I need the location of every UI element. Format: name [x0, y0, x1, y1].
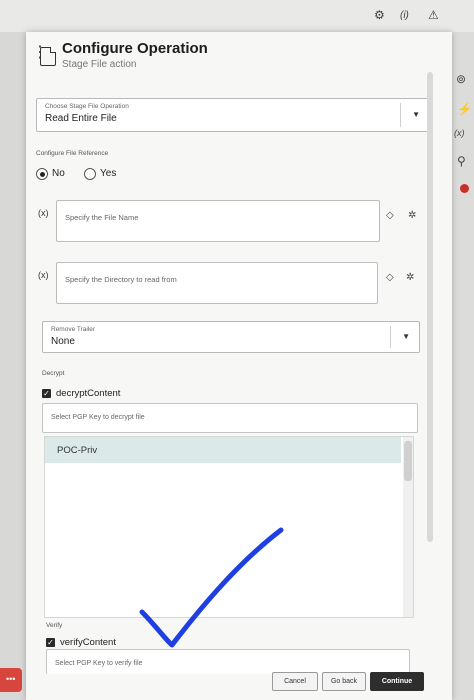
chevron-down-icon[interactable]: ▼: [402, 332, 410, 341]
verify-section-label: Verify: [46, 622, 63, 629]
page-title: Configure Operation: [62, 40, 208, 57]
directory-input[interactable]: Specify the Directory to read from: [56, 262, 378, 304]
info-icon[interactable]: (i): [400, 10, 409, 21]
expression-icon[interactable]: ✲: [408, 210, 416, 221]
file-name-placeholder: Specify the File Name: [65, 213, 139, 222]
chevron-down-icon[interactable]: ▼: [412, 110, 420, 119]
decrypt-section-label: Decrypt: [42, 370, 65, 377]
lightning-icon[interactable]: ⚡: [457, 102, 472, 116]
configure-operation-panel: ⋮ Configure Operation Stage File action …: [26, 32, 452, 700]
operation-select-label: Choose Stage File Operation: [45, 103, 129, 110]
remove-trailer-value: None: [51, 336, 75, 347]
radio-yes-label: Yes: [100, 168, 117, 179]
radio-yes[interactable]: [84, 168, 96, 180]
scrollbar-thumb[interactable]: [404, 441, 412, 481]
clear-icon[interactable]: ◇: [386, 210, 394, 221]
warning-icon[interactable]: ⚠: [428, 8, 439, 22]
scrollbar[interactable]: [403, 437, 413, 617]
verify-checkbox[interactable]: ✓: [46, 638, 55, 647]
file-reference-label: Configure File Reference: [36, 150, 109, 157]
continue-button[interactable]: Continue: [370, 672, 424, 691]
directory-placeholder: Specify the Directory to read from: [65, 275, 177, 284]
verify-key-search[interactable]: Select PGP Key to verify file: [46, 649, 410, 674]
side-notification-tab[interactable]: •••: [0, 668, 22, 692]
operation-select[interactable]: Choose Stage File Operation Read Entire …: [36, 98, 430, 132]
dots-icon: •••: [6, 674, 16, 684]
background-canvas: [0, 32, 26, 700]
expression-icon[interactable]: ✲: [406, 272, 414, 283]
decrypt-key-placeholder: Select PGP Key to decrypt file: [51, 414, 145, 421]
panel-scrollbar[interactable]: [426, 72, 434, 662]
stage-file-icon: [40, 47, 56, 66]
remove-trailer-select[interactable]: Remove Trailer None ▼: [42, 321, 420, 353]
operation-select-value: Read Entire File: [45, 113, 117, 124]
variable-marker: (x): [38, 270, 49, 280]
decrypt-key-search[interactable]: Select PGP Key to decrypt file: [42, 403, 418, 433]
page-subtitle: Stage File action: [62, 59, 137, 70]
decrypt-checkbox[interactable]: ✓: [42, 389, 51, 398]
radio-no[interactable]: [36, 168, 48, 180]
key-name: POC-Priv: [57, 445, 98, 456]
list-item[interactable]: POC-Priv: [45, 437, 401, 463]
search-icon[interactable]: ⚲: [457, 154, 466, 168]
decrypt-checkbox-label: decryptContent: [56, 388, 121, 399]
radio-no-label: No: [52, 168, 65, 179]
settings-icon[interactable]: ⊚: [456, 72, 466, 86]
decrypt-key-list: POC-Priv: [44, 436, 414, 618]
top-bar: ⚙ (i) ⚠: [0, 0, 474, 32]
verify-checkbox-label: verifyContent: [60, 637, 116, 648]
gear-icon[interactable]: ⚙: [374, 8, 385, 22]
select-divider: [400, 103, 401, 127]
verify-key-placeholder: Select PGP Key to verify file: [55, 660, 143, 667]
file-name-input[interactable]: Specify the File Name: [56, 200, 380, 242]
select-divider: [390, 326, 391, 348]
remove-trailer-label: Remove Trailer: [51, 326, 96, 333]
error-badge-icon: [460, 184, 469, 193]
variable-marker: (x): [38, 208, 49, 218]
right-rail: ⊚ ⚡ (x) ⚲: [452, 32, 474, 700]
clear-icon[interactable]: ◇: [386, 272, 394, 283]
go-back-button[interactable]: Go back: [322, 672, 366, 691]
panel-scrollbar-thumb[interactable]: [427, 72, 433, 542]
variable-icon[interactable]: (x): [454, 128, 465, 138]
cancel-button[interactable]: Cancel: [272, 672, 318, 691]
